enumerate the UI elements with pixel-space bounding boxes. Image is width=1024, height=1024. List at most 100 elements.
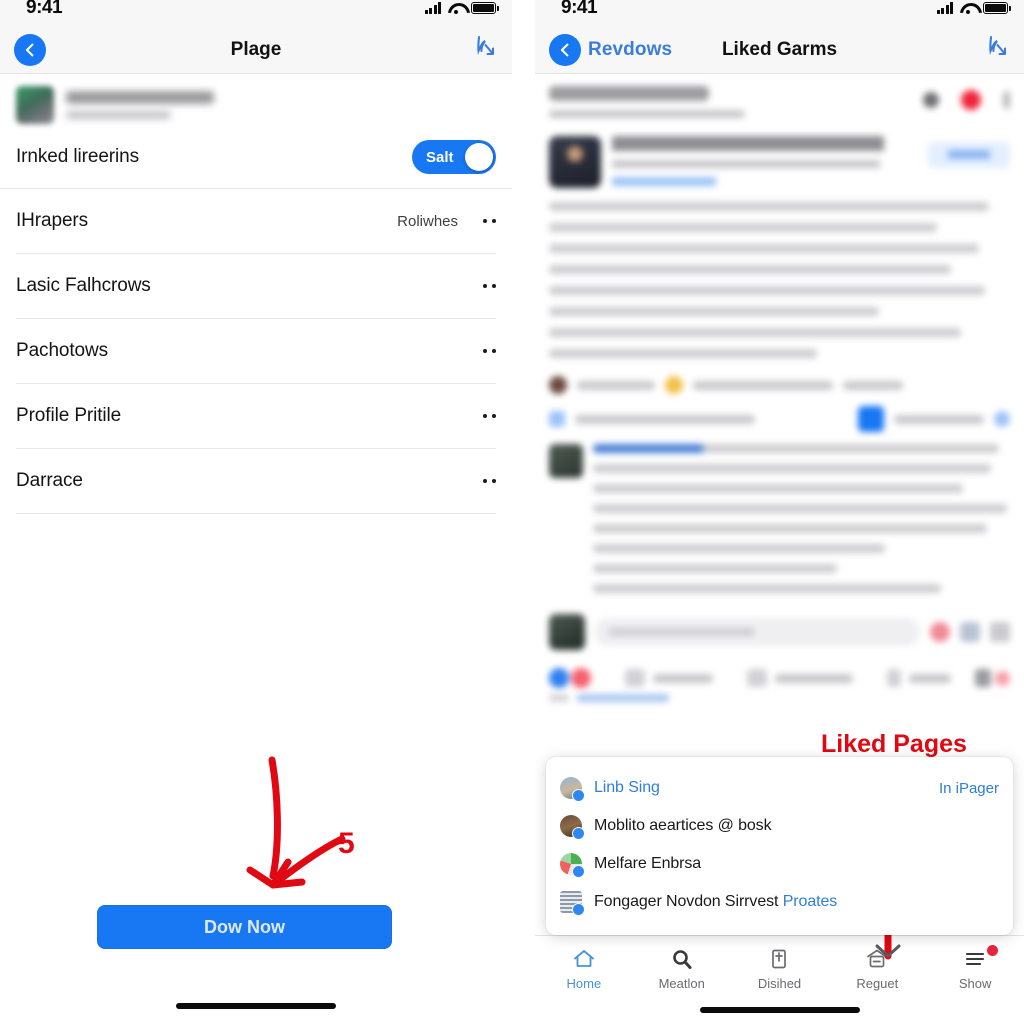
cursor-arrow-icon[interactable] <box>984 33 1010 66</box>
list-item[interactable]: Moblito aeartices @ bosk <box>560 807 999 845</box>
left-status-bar: 9:41 <box>0 0 512 26</box>
right-status-bar: 9:41 <box>535 0 1024 26</box>
chevron-left-icon <box>25 43 34 56</box>
list-item[interactable]: Darrace <box>16 449 496 514</box>
battery-icon <box>471 2 499 14</box>
clipboard-icon <box>772 949 787 969</box>
tab-show[interactable]: Show <box>926 945 1024 991</box>
post-header-redacted <box>535 74 1024 126</box>
tab-home[interactable]: Home <box>535 948 633 991</box>
notification-badge <box>986 945 998 956</box>
list-item[interactable]: Pachotows <box>16 319 496 384</box>
bottom-tab-bar: Home Meatlon Disihed Reguet Show <box>535 935 1024 1024</box>
person-avatar-1 <box>560 777 585 802</box>
cellular-signal-icon <box>424 2 441 14</box>
grid-avatar <box>560 891 585 916</box>
more-dots-icon[interactable] <box>474 284 496 288</box>
red-dot-icon <box>961 90 981 110</box>
status-indicators <box>424 2 499 14</box>
reaction-subtext-redacted <box>535 692 1024 702</box>
chevron-left-icon <box>560 43 569 56</box>
home-icon <box>573 950 594 967</box>
dropdown-item-label: Melfare Enbrsa <box>594 855 702 872</box>
tab-meatlon[interactable]: Meatlon <box>633 948 731 991</box>
tab-label: Show <box>958 976 992 991</box>
post-header-icons <box>923 90 1010 110</box>
list-item[interactable]: Linb Sing In iPager <box>560 769 999 807</box>
list-item-value: Roliwhes <box>397 212 458 230</box>
more-dots-icon[interactable] <box>474 414 496 418</box>
status-indicators <box>936 2 1011 14</box>
linked-items-toggle-row[interactable]: Irnked lireerins Salt <box>0 130 512 189</box>
left-nav-bar: Plage <box>0 26 512 74</box>
tab-reguet[interactable]: Reguet <box>828 948 926 991</box>
status-time: 9:41 <box>26 0 63 18</box>
tab-disihed[interactable]: Disihed <box>731 948 829 991</box>
sticker-icon[interactable] <box>960 622 980 642</box>
dark-dot-icon <box>923 92 939 108</box>
left-phone-panel: 9:41 Plage Irnked lireerins Salt IHraper… <box>0 0 512 1024</box>
reaction-bar-redacted <box>535 658 1024 692</box>
dropdown-right-action[interactable]: In iPager <box>939 780 999 797</box>
toggle-knob <box>465 143 493 171</box>
list-item-label: Lasic Falhcrows <box>16 275 151 296</box>
menu-icon <box>966 952 985 966</box>
battery-icon <box>983 2 1011 14</box>
cursor-arrow-icon[interactable] <box>472 33 498 66</box>
list-item[interactable]: Profile Pritile <box>16 384 496 449</box>
liked-pages-dropdown: Linb Sing In iPager Moblito aeartices @ … <box>546 757 1013 935</box>
tab-label: Meatlon <box>658 976 705 991</box>
toggle-state-label: Salt <box>426 148 454 166</box>
post-tags-redacted <box>535 370 1024 400</box>
tab-label: Reguet <box>856 976 899 991</box>
list-item[interactable]: Melfare Enbrsa <box>560 845 999 883</box>
profile-name-redacted <box>66 91 214 104</box>
profile-subtitle-redacted <box>66 111 171 119</box>
right-nav-bar: Revdows Liked Garms <box>535 26 1024 74</box>
list-item[interactable]: Lasic Falhcrows <box>16 254 496 319</box>
back-button[interactable] <box>549 33 581 66</box>
home-indicator <box>699 1007 860 1013</box>
person-avatar-2 <box>560 815 585 840</box>
comment-compose-redacted[interactable] <box>535 606 1024 658</box>
list-item-label: Darrace <box>16 470 83 491</box>
annotation-arrow-left <box>246 756 346 889</box>
dropdown-item-label: Fongager Novdon Sirrvest Proates <box>594 893 838 910</box>
more-dots-icon[interactable] <box>474 349 496 353</box>
status-time: 9:41 <box>561 0 598 18</box>
tab-label: Home <box>566 976 602 991</box>
list-item-label: IHrapers <box>16 210 89 231</box>
profile-text-placeholder <box>66 91 496 119</box>
more-dots-icon[interactable] <box>474 219 496 223</box>
profile-row[interactable] <box>0 74 512 130</box>
thin-bar-icon <box>1003 91 1010 109</box>
page-title: Plage <box>230 38 282 60</box>
dropdown-item-accent: Proates <box>782 893 838 910</box>
dropdown-item-label: Moblito aeartices @ bosk <box>594 817 772 834</box>
dropdown-item-label: Linb Sing <box>594 779 660 796</box>
tab-label: Disihed <box>757 976 802 991</box>
camera-icon[interactable] <box>990 622 1010 642</box>
post-meta-redacted <box>535 400 1024 438</box>
comment-redacted <box>535 438 1024 606</box>
annotation-callout: Liked Pages <box>821 730 967 758</box>
screenshot-stage: 9:41 Plage Irnked lireerins Salt IHraper… <box>0 0 1024 1024</box>
more-dots-icon[interactable] <box>474 479 496 483</box>
avatar <box>16 86 54 124</box>
list-item-label: Profile Pritile <box>16 405 122 426</box>
back-button[interactable] <box>14 33 46 66</box>
cta-wrapper: Dow Now <box>97 905 392 949</box>
wifi-icon <box>448 2 464 14</box>
love-reaction-icon <box>571 668 591 688</box>
post-author-card-redacted <box>535 126 1024 200</box>
back-label[interactable]: Revdows <box>588 39 672 61</box>
list-item[interactable]: Fongager Novdon Sirrvest Proates <box>560 883 999 921</box>
toggle-switch[interactable]: Salt <box>412 140 496 174</box>
annotation-step-number: 5 <box>338 827 355 860</box>
wifi-icon <box>960 2 976 14</box>
home-indicator <box>176 1003 336 1009</box>
like-reaction-icon <box>549 668 569 688</box>
list-item[interactable]: IHrapers Roliwhes <box>16 189 496 254</box>
primary-action-button[interactable]: Dow Now <box>97 905 392 949</box>
emoji-icon[interactable] <box>930 622 950 642</box>
